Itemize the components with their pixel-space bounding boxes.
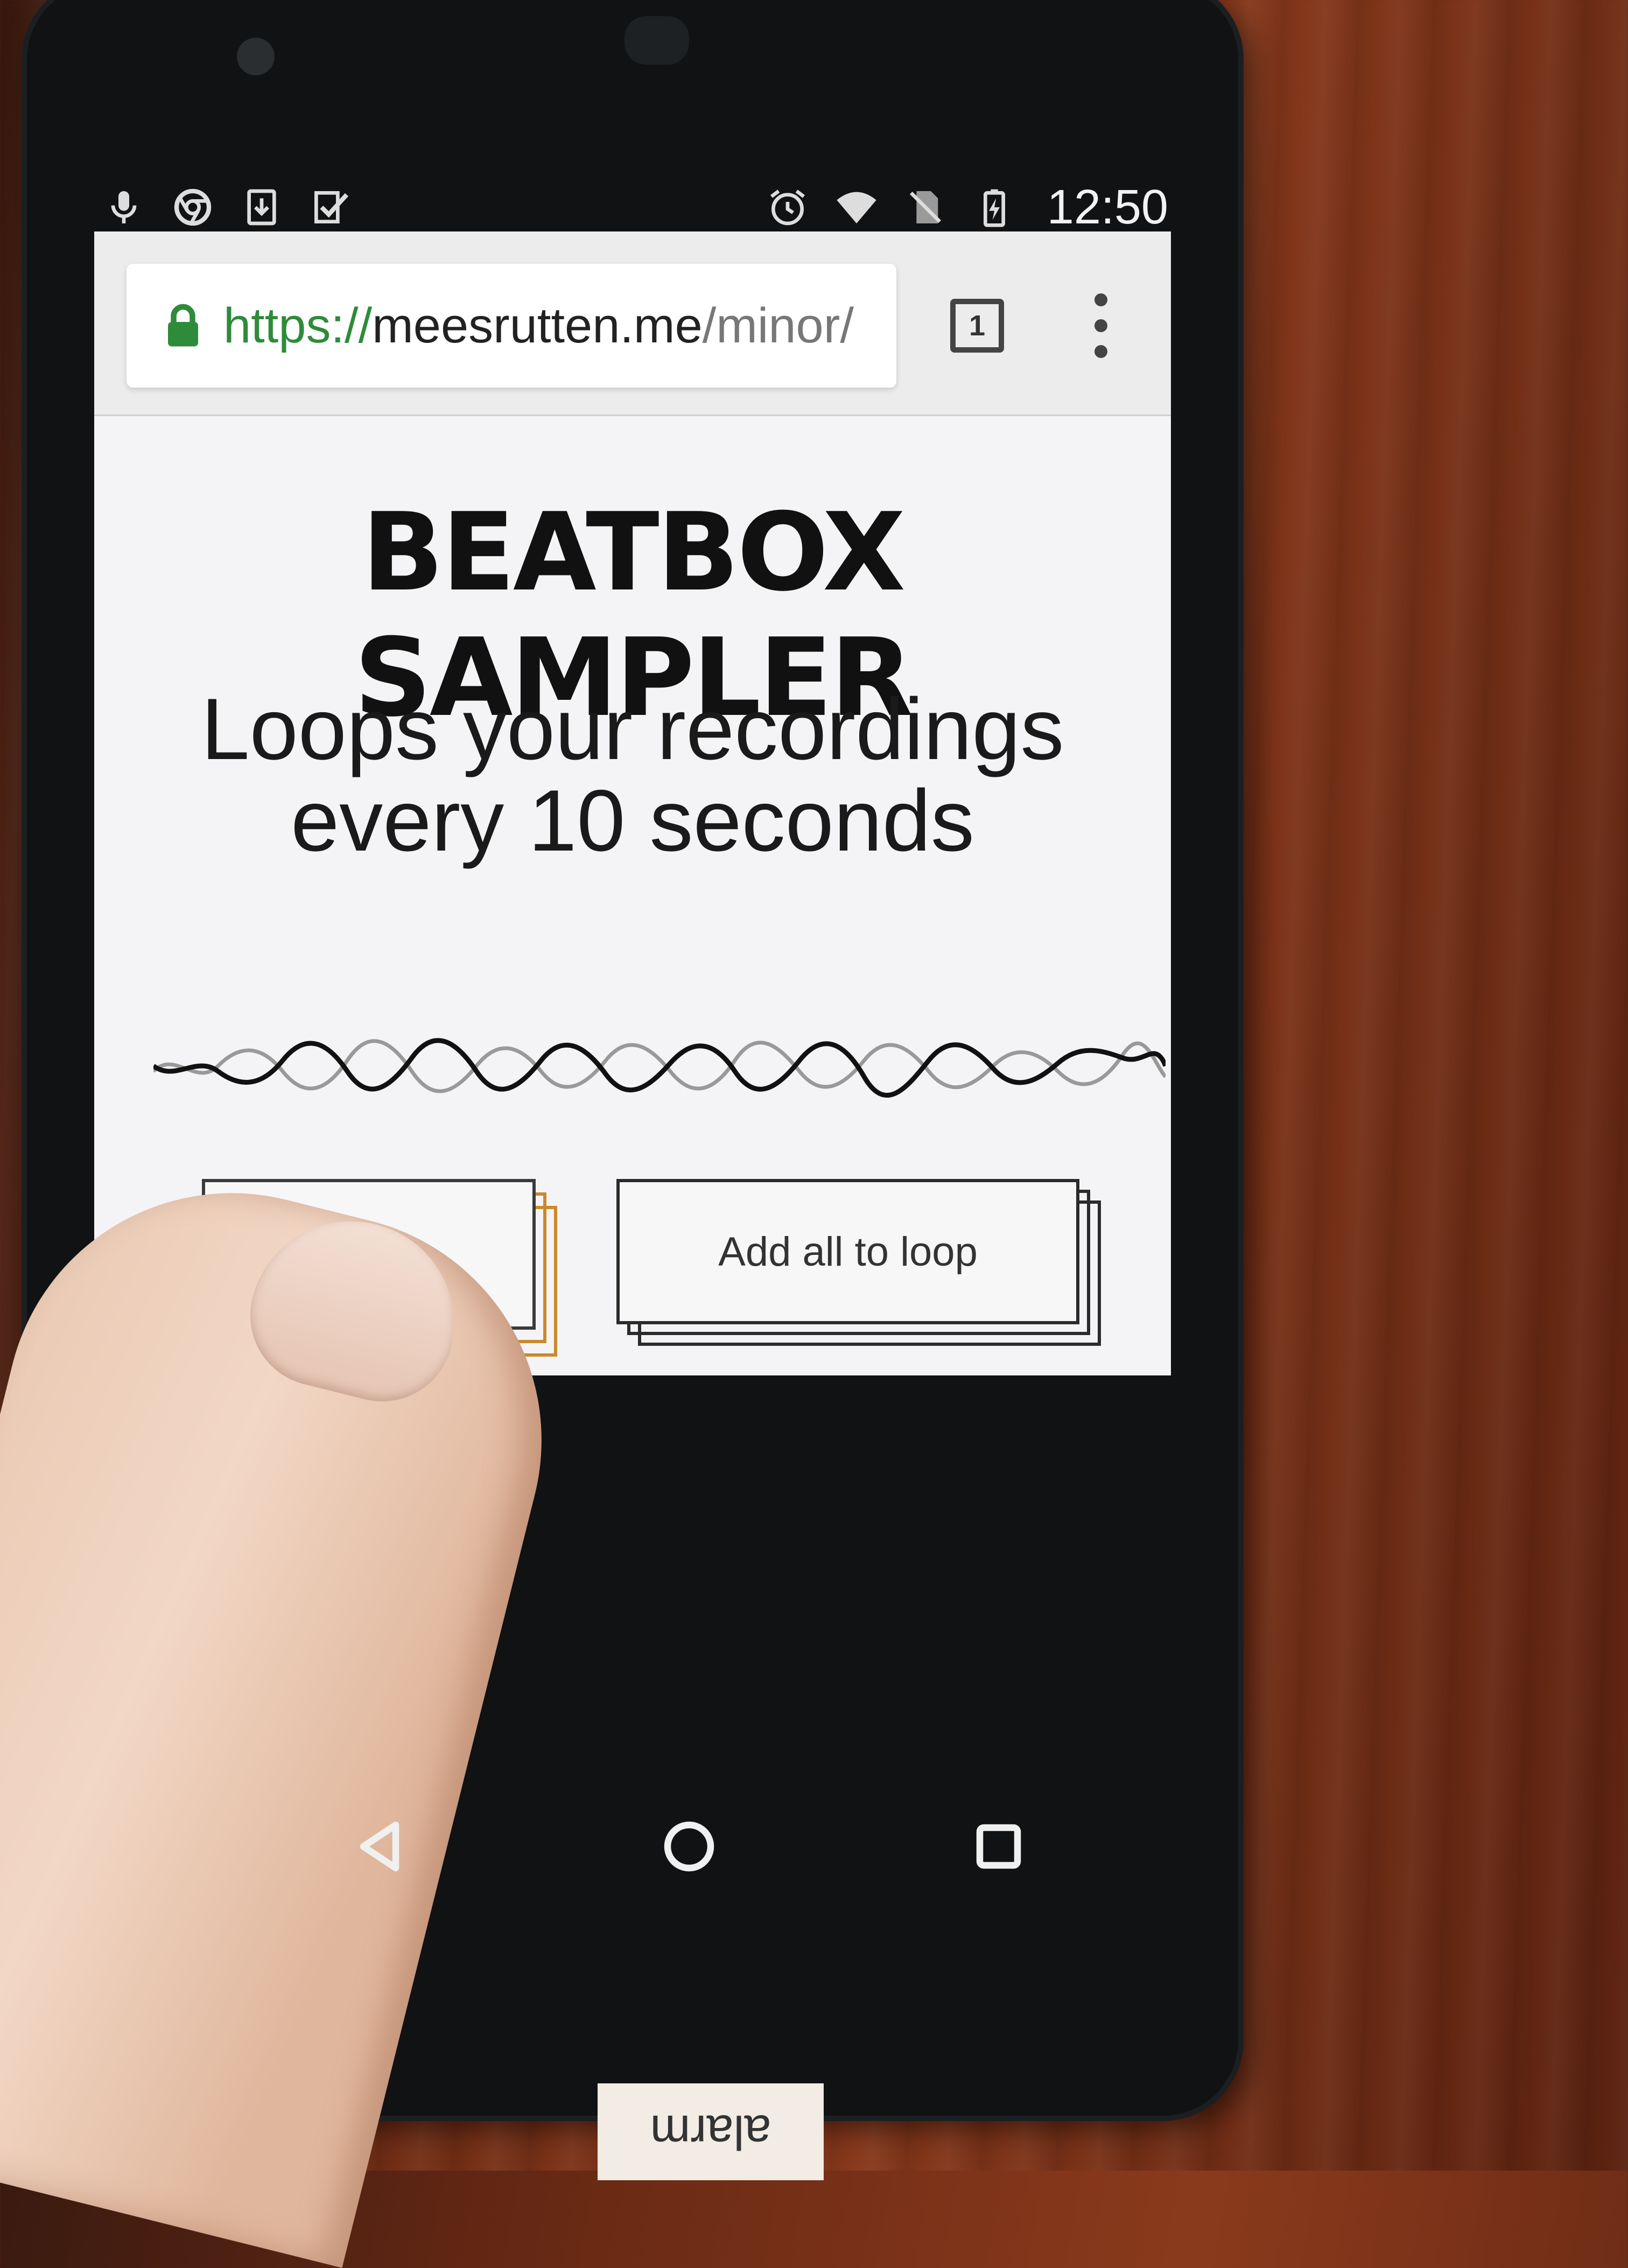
home-icon <box>664 1821 714 1872</box>
subtitle-line-1: Loops your recordings <box>201 680 1064 778</box>
alarm-sticker: alarm <box>598 2083 824 2180</box>
back-icon <box>360 1821 399 1872</box>
status-right-icons: 12:50 <box>766 180 1168 235</box>
status-left-icons <box>102 186 352 229</box>
download-icon <box>240 186 283 229</box>
android-nav-bar <box>345 1798 1034 1895</box>
back-button[interactable] <box>345 1811 415 1881</box>
earpiece-speaker <box>624 16 689 65</box>
overflow-menu-button[interactable] <box>1085 293 1117 358</box>
tab-switcher-button[interactable]: 1 <box>950 299 1004 353</box>
add-all-to-loop-button[interactable]: Add all to loop <box>616 1179 1079 1324</box>
waveform-visualizer <box>153 1038 1166 1098</box>
url-host: meesrutten.me <box>372 298 703 353</box>
battery-charging-icon <box>973 186 1016 229</box>
home-button[interactable] <box>654 1811 724 1881</box>
front-camera <box>237 38 275 75</box>
url-scheme: https:// <box>223 298 373 353</box>
alarm-icon <box>766 186 809 229</box>
lock-icon <box>168 304 198 347</box>
menu-dot <box>1094 319 1107 332</box>
url-path: /minor/ <box>702 298 854 353</box>
chrome-icon <box>171 186 214 229</box>
menu-dot <box>1094 293 1107 306</box>
add-all-button-stack: Add all to loop <box>616 1179 1101 1351</box>
mic-icon <box>102 186 145 229</box>
recents-button[interactable] <box>964 1811 1034 1881</box>
status-clock: 12:50 <box>1047 180 1168 234</box>
address-bar[interactable]: https:// meesrutten.me /minor/ <box>127 264 896 388</box>
subtitle-line-2: every 10 seconds <box>291 772 974 869</box>
browser-toolbar: https:// meesrutten.me /minor/ 1 <box>94 231 1171 416</box>
page-subtitle: Loops your recordings every 10 seconds <box>148 684 1117 867</box>
wifi-icon <box>835 186 878 229</box>
menu-dot <box>1094 345 1107 358</box>
no-sim-icon <box>904 186 947 229</box>
recents-icon <box>976 1824 1021 1869</box>
sticker-text: alarm <box>650 2105 771 2159</box>
check-icon <box>309 186 352 229</box>
